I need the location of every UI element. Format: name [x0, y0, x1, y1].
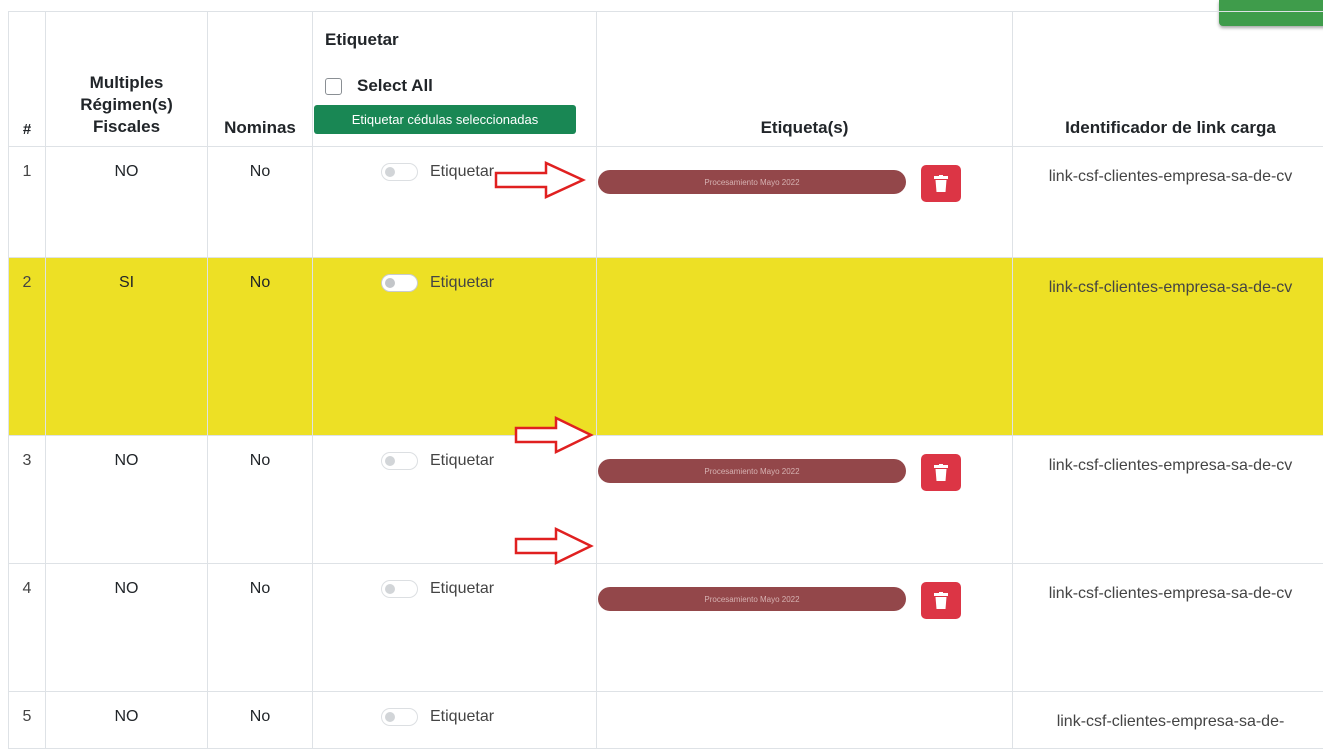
regimen-cell: NO [46, 564, 208, 692]
select-all-checkbox[interactable] [325, 78, 342, 95]
row-number: 2 [9, 258, 46, 436]
header-nominas: Nominas [208, 12, 313, 147]
header-num: # [9, 12, 46, 147]
etiquetas-cell [597, 692, 1013, 749]
toggle-switch[interactable] [381, 274, 418, 292]
nominas-cell: No [208, 564, 313, 692]
red-arrow-icon [494, 160, 586, 200]
etiquetas-cell: Procesamiento Mayo 2022 [597, 436, 1013, 564]
delete-tag-button[interactable] [921, 165, 961, 202]
tag-selected-button[interactable]: Etiquetar cédulas seleccionadas [314, 105, 576, 134]
table-row: 3 NO No Etiquetar Procesamiento Mayo 202… [9, 436, 1323, 564]
link-identifier: link-csf-clientes-empresa-sa-de-cv [1013, 436, 1323, 564]
row-number: 3 [9, 436, 46, 564]
row-number-text: 1 [9, 147, 45, 181]
trash-icon [934, 592, 948, 609]
etiquetar-cell: Etiquetar [313, 564, 597, 692]
nominas-cell: No [208, 258, 313, 436]
link-identifier-text: link-csf-clientes-empresa-sa-de-cv [1026, 452, 1316, 480]
table-row: 1 NO No Etiquetar Procesamiento Mayo 202… [9, 147, 1323, 258]
toggle-label: Etiquetar [430, 163, 494, 181]
link-identifier: link-csf-clientes-empresa-sa-de-cv [1013, 147, 1323, 258]
tag-toggle[interactable]: Etiquetar [313, 692, 596, 726]
etiquetas-cell [597, 258, 1013, 436]
tag-pill: Procesamiento Mayo 2022 [598, 587, 906, 611]
nominas-cell: No [208, 436, 313, 564]
link-identifier: link-csf-clientes-empresa-sa-de-cv [1013, 564, 1323, 692]
tag-toggle[interactable]: Etiquetar [313, 258, 596, 292]
toggle-switch[interactable] [381, 163, 418, 181]
etiquetar-cell: Etiquetar [313, 258, 597, 436]
link-identifier: link-csf-clientes-empresa-sa-de-cv [1013, 258, 1323, 436]
toggle-switch[interactable] [381, 452, 418, 470]
header-regimen-label: Multiples Régimen(s) Fiscales [72, 72, 182, 138]
toggle-label: Etiquetar [430, 708, 494, 726]
etiquetar-cell: Etiquetar [313, 692, 597, 749]
red-arrow-icon [514, 526, 594, 566]
link-identifier-text: link-csf-clientes-empresa-sa-de-cv [1026, 163, 1316, 191]
table-row-highlighted: 2 SI No Etiquetar link-csf-clientes-empr… [9, 258, 1323, 436]
clients-table: # Multiples Régimen(s) Fiscales Nominas … [8, 11, 1323, 749]
toggle-label: Etiquetar [430, 580, 494, 598]
red-arrow-icon [514, 415, 594, 455]
header-etiquetar: Etiquetar Select All Etiquetar cédulas s… [313, 12, 597, 147]
toggle-label: Etiquetar [430, 452, 494, 470]
regimen-cell: NO [46, 692, 208, 749]
delete-tag-button[interactable] [921, 454, 961, 491]
nominas-cell: No [208, 692, 313, 749]
etiquetas-cell: Procesamiento Mayo 2022 [597, 147, 1013, 258]
header-etiquetas: Etiqueta(s) [597, 12, 1013, 147]
toggle-switch[interactable] [381, 580, 418, 598]
row-number-text: 5 [9, 692, 45, 726]
regimen-cell: NO [46, 147, 208, 258]
etiquetas-cell: Procesamiento Mayo 2022 [597, 564, 1013, 692]
row-number: 5 [9, 692, 46, 749]
tag-pill: Procesamiento Mayo 2022 [598, 459, 906, 483]
select-all-label: Select All [357, 76, 433, 96]
link-identifier-text: link-csf-clientes-empresa-sa-de-cv [1026, 580, 1316, 608]
table-row: 4 NO No Etiquetar Procesamiento Mayo 202… [9, 564, 1323, 692]
header-etiquetar-title: Etiquetar [325, 30, 399, 50]
table-header-row: # Multiples Régimen(s) Fiscales Nominas … [9, 12, 1323, 147]
row-number-text: 2 [9, 258, 45, 292]
trash-icon [934, 464, 948, 481]
nominas-cell: No [208, 147, 313, 258]
row-number-text: 4 [9, 564, 45, 598]
row-number-text: 3 [9, 436, 45, 470]
table-row: 5 NO No Etiquetar link-csf-clientes-empr… [9, 692, 1323, 749]
link-identifier-text: link-csf-clientes-empresa-sa-de-cv [1026, 274, 1316, 302]
trash-icon [934, 175, 948, 192]
tag-pill: Procesamiento Mayo 2022 [598, 170, 906, 194]
header-identificador: Identificador de link carga [1013, 12, 1323, 147]
regimen-cell: SI [46, 258, 208, 436]
link-identifier-text: link-csf-clientes-empresa-sa-de- [1026, 708, 1316, 736]
regimen-cell: NO [46, 436, 208, 564]
toggle-switch[interactable] [381, 708, 418, 726]
row-number: 1 [9, 147, 46, 258]
delete-tag-button[interactable] [921, 582, 961, 619]
header-regimen: Multiples Régimen(s) Fiscales [46, 12, 208, 147]
link-identifier: link-csf-clientes-empresa-sa-de- [1013, 692, 1323, 749]
select-all[interactable]: Select All [325, 76, 433, 96]
tag-toggle[interactable]: Etiquetar [313, 564, 596, 598]
toggle-label: Etiquetar [430, 274, 494, 292]
row-number: 4 [9, 564, 46, 692]
